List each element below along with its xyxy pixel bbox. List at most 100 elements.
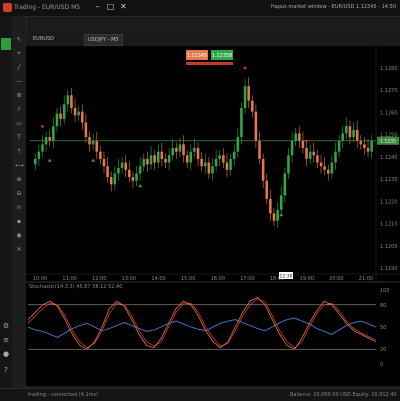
price-tick-label: 1.1190 [380,266,398,272]
titlebar-status-text: Hapus market window - EUR/USD 1.12345 - … [271,4,396,10]
candle-body [243,86,247,108]
candle-body [316,155,319,163]
candle-body [149,155,153,165]
maximize-button[interactable]: □ [105,2,116,12]
account-summary: Balance: 10,000.00 USD Equity: 10,012.40 [290,392,397,398]
measure-icon[interactable]: ⟷ [15,162,24,170]
title-bar: Trading - EUR/USD M5 – □ ✕ Hapus market … [0,0,400,17]
candle-body [363,144,366,148]
candle-body [276,209,279,221]
candle-body [366,148,370,152]
candle-body [131,177,135,181]
candle-body [62,104,66,119]
candle-body [73,108,77,116]
candle-body [182,144,185,156]
candle-body [81,111,84,123]
candle-body [294,133,297,141]
candle-body [323,166,326,170]
candle-body [34,158,37,165]
settings-icon[interactable]: ⚙ [2,322,10,330]
time-tick-label: 17:00 [240,276,254,282]
candle-body [200,158,203,167]
candle-body [135,173,138,181]
candle-body [319,162,323,167]
candle-body [308,151,312,159]
price-tick-label: 1.1200 [380,244,398,250]
crosshair-icon[interactable]: + [15,50,23,58]
horizontal-line-icon[interactable]: — [15,78,23,86]
candle-body [91,140,95,145]
play-button[interactable] [1,38,11,50]
zoom-out-icon[interactable]: ⊖ [15,190,23,198]
candle-body [106,166,109,178]
candle-body [251,100,254,112]
candle-body [279,195,283,210]
tab-eurusd[interactable]: EURUSD [30,34,57,44]
price-tick-label: 1.1240 [380,155,398,161]
layers-icon[interactable]: ≡ [2,336,10,344]
time-tick-label: 21:00 [359,276,373,282]
candle-body [102,158,106,167]
candle-body [95,140,99,152]
candle-body [214,158,218,167]
tab-usdjpy[interactable]: USDJPY - M5 [84,34,123,46]
candle-body [218,155,221,159]
channel-icon[interactable]: ⫽ [15,106,23,114]
lock-icon[interactable]: ▪ [15,218,23,226]
candle-body [109,177,113,185]
user-icon[interactable]: ● [2,350,10,358]
candle-body [370,140,373,152]
trend-line-icon[interactable]: ╱ [15,64,23,72]
candle-body [301,140,305,148]
sell-price: 1.12345 [187,53,208,59]
chart-background [26,46,400,386]
candle-body [258,140,261,159]
candle-body [330,162,334,174]
candle-body [171,148,174,156]
oscillator-scale-label: 0 [380,362,383,368]
candle-body [355,129,359,141]
candle-body [247,86,250,101]
buy-price: 1.12358 [212,53,233,59]
price-chart[interactable]: 1.1235 1.1280 1.1270 1.1260 1.1250 1.1240 1.12… [26,46,400,386]
fibonacci-icon[interactable]: ≣ [15,92,23,100]
cursor-icon[interactable]: ↖ [15,36,23,44]
connection-status: trading - connected (4.1ms) [28,392,99,398]
candle-body [99,151,102,159]
price-tick-label: 1.1210 [380,222,398,228]
candle-body [225,162,229,170]
candle-body [196,148,200,159]
time-tick-label: 12:00 [92,276,106,282]
rectangle-icon[interactable]: ▭ [15,120,23,128]
candle-body [269,198,272,214]
candle-body [59,113,62,119]
help-icon[interactable]: ? [2,366,10,374]
chart-area[interactable]: 1.1235 1.1280 1.1270 1.1260 1.1250 1.1240 1.12… [26,46,400,386]
candle-body [178,144,182,152]
close-button[interactable]: ✕ [118,2,129,12]
candle-body [41,144,44,152]
candle-body [312,151,316,156]
candle-body [290,140,294,156]
candle-body [287,155,290,174]
trash-icon[interactable]: ✕ [15,246,23,254]
zoom-in-icon[interactable]: ⊕ [15,176,23,184]
minimize-button[interactable]: – [92,2,103,12]
candle-body [153,155,156,163]
text-icon[interactable]: T [15,134,23,142]
candle-body [352,129,355,138]
candle-body [52,126,55,141]
status-bar: trading - connected (4.1ms) Balance: 10,… [0,388,400,401]
app-logo-icon [3,3,12,12]
candle-body [66,95,70,105]
window-controls: – □ ✕ [92,2,129,12]
candle-body [232,151,236,159]
spread-indicator [186,62,233,65]
eye-icon[interactable]: ◉ [15,232,23,240]
candle-body [84,122,88,138]
chart-tab-bar: EURUSD USDJPY - M5 [26,32,400,47]
time-tick-label: 15:00 [181,276,195,282]
arrow-icon[interactable]: ↑ [15,148,23,156]
magnet-icon[interactable]: ∩ [15,204,23,212]
candle-body [341,133,344,141]
